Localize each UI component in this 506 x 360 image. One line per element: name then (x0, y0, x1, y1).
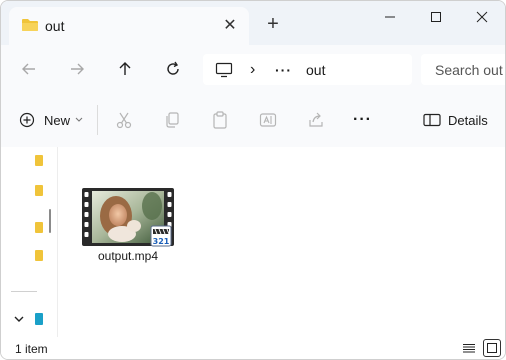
details-pane-icon (423, 113, 441, 127)
chevron-down-icon[interactable] (13, 313, 25, 325)
folder-icon[interactable] (35, 250, 43, 261)
details-view-button[interactable] (460, 339, 478, 357)
back-button[interactable] (16, 57, 42, 81)
folder-icon (22, 19, 38, 31)
maximize-icon (431, 12, 441, 22)
clipboard-icon (213, 111, 227, 129)
list-view-icon (463, 344, 475, 353)
tab-out[interactable]: out ✕ (9, 7, 249, 45)
refresh-button[interactable] (160, 57, 186, 81)
breadcrumb-current-folder[interactable]: out (306, 54, 325, 85)
title-bar: out ✕ + (1, 1, 505, 45)
share-button[interactable] (307, 109, 325, 131)
file-list: 321 output.mp4 (58, 147, 505, 337)
large-icons-view-button[interactable] (483, 339, 501, 357)
folder-icon[interactable] (35, 155, 43, 166)
copy-icon (166, 112, 179, 128)
copy-button[interactable] (163, 109, 181, 131)
this-pc-icon[interactable] (215, 54, 233, 85)
explorer-window: out ✕ + › ··· out Search out New ··· Det… (0, 0, 506, 360)
minimize-icon (385, 16, 395, 18)
arrow-up-icon (119, 62, 131, 75)
breadcrumb-chevron[interactable]: › (250, 54, 255, 85)
plus-circle-icon (19, 112, 35, 128)
folder-icon[interactable] (35, 185, 43, 196)
new-tab-button[interactable]: + (263, 13, 283, 35)
new-button[interactable]: New (19, 109, 84, 131)
search-box[interactable]: Search out (421, 54, 505, 85)
details-button[interactable]: Details (423, 109, 488, 131)
file-name: output.mp4 (97, 249, 159, 263)
navigation-pane (1, 147, 58, 337)
paste-button[interactable] (211, 109, 229, 131)
rename-button[interactable] (259, 109, 277, 131)
file-item[interactable]: 321 output.mp4 (74, 185, 182, 269)
nav-divider (11, 291, 37, 292)
close-tab-icon[interactable]: ✕ (221, 16, 239, 34)
share-icon (309, 112, 323, 127)
forward-button[interactable] (64, 57, 90, 81)
navigation-bar: › ··· out Search out (1, 45, 505, 93)
search-input[interactable]: Search out (435, 62, 503, 78)
close-window-button[interactable] (459, 1, 505, 33)
maximize-button[interactable] (413, 1, 459, 33)
media-player-badge-icon: 321 (150, 225, 172, 247)
minimize-button[interactable] (367, 1, 413, 33)
arrow-left-icon (22, 63, 35, 75)
item-count: 1 item (15, 342, 48, 356)
breadcrumb-ellipsis[interactable]: ··· (275, 54, 292, 85)
toolbar-separator (97, 105, 98, 135)
scissors-icon (116, 112, 132, 129)
nav-scrollbar-thumb[interactable] (49, 209, 51, 233)
more-options-button[interactable]: ··· (353, 109, 372, 131)
badge-text: 321 (153, 237, 170, 246)
refresh-icon (167, 61, 179, 75)
chevron-down-icon (75, 117, 83, 122)
close-icon (476, 11, 488, 23)
arrow-right-icon (71, 63, 84, 75)
cut-button[interactable] (115, 109, 133, 131)
details-label: Details (448, 112, 488, 128)
new-label: New (44, 112, 71, 128)
address-bar[interactable]: › ··· out (203, 54, 412, 85)
folder-icon[interactable] (35, 222, 43, 233)
up-button[interactable] (112, 57, 138, 81)
rename-icon (259, 113, 277, 127)
status-bar: 1 item (1, 337, 505, 359)
drive-icon[interactable] (35, 313, 43, 325)
command-bar: New ··· Details (1, 93, 505, 148)
tab-title: out (45, 18, 65, 34)
tiles-view-icon (487, 343, 497, 353)
